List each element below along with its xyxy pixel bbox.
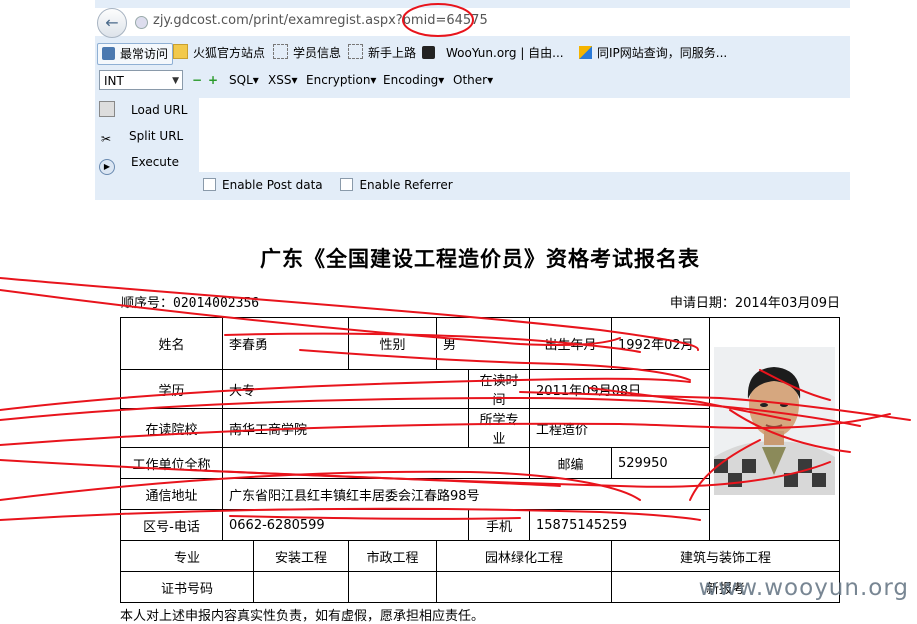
watermark: www.wooyun.org <box>698 575 909 601</box>
value-phone: 0662-6280599 <box>222 509 469 541</box>
back-arrow-icon[interactable]: ← <box>97 8 127 38</box>
label-school: 在读院校 <box>120 408 223 448</box>
value-major: 工程造价 <box>529 408 710 448</box>
label-specialty: 专业 <box>120 540 254 572</box>
menu-sql[interactable]: SQL▾ <box>229 73 259 87</box>
page-icon <box>348 44 363 59</box>
label-cert: 证书号码 <box>120 571 254 603</box>
url-textarea[interactable] <box>199 98 850 172</box>
hackbar-options: Enable Post data Enable Referrer <box>203 178 453 192</box>
value-employer <box>222 447 530 479</box>
value-birth: 1992年02月 <box>611 317 710 370</box>
menu-other[interactable]: Other▾ <box>453 73 493 87</box>
type-select[interactable]: INT ▼ <box>99 70 183 90</box>
application-date: 申请日期：2014年03月09日 <box>669 296 840 311</box>
value-school: 南华工商学院 <box>222 408 469 448</box>
label-gender: 性别 <box>348 317 437 370</box>
label-zip: 邮编 <box>529 447 612 479</box>
bookmark-firefox[interactable]: 火狐官方站点 <box>173 43 265 63</box>
specialty-landscape: 园林绿化工程 <box>436 540 612 572</box>
hackbar-actions: Load URL ✂ Split URL ▶ Execute <box>95 96 199 176</box>
referrer-checkbox[interactable]: Enable Referrer <box>340 178 453 192</box>
split-url-button[interactable]: ✂ Split URL <box>99 126 183 146</box>
decrease-icon[interactable]: − <box>192 73 202 87</box>
value-study-time: 2011年09月08日 <box>529 369 710 409</box>
url-text[interactable]: zjy.gdcost.com/print/examregist.aspx?bmi… <box>153 13 488 28</box>
bookmarks-toolbar: 最常访问 火狐官方站点 学员信息 新手上路 WooYun.org | 自由...… <box>95 40 850 66</box>
cert-cell-1 <box>253 571 349 603</box>
bookmark-student-info[interactable]: 学员信息 <box>273 43 341 63</box>
folder-icon <box>173 44 188 59</box>
applicant-photo <box>714 347 835 495</box>
globe-icon <box>135 16 148 29</box>
cert-cell-3 <box>436 571 612 603</box>
form-title: 广东《全国建设工程造价员》资格考试报名表 <box>260 246 700 271</box>
address-bar[interactable]: ← zjy.gdcost.com/print/examregist.aspx?b… <box>95 8 850 38</box>
menu-xss[interactable]: XSS▾ <box>268 73 297 87</box>
specialty-install: 安装工程 <box>253 540 349 572</box>
bookmark-getting-started[interactable]: 新手上路 <box>348 43 416 63</box>
colorful-logo-icon <box>579 46 592 59</box>
menu-encryption[interactable]: Encryption▾ <box>306 73 376 87</box>
value-address: 广东省阳江县红丰镇红丰居委会江春路98号 <box>222 478 710 510</box>
value-mobile: 15875145259 <box>529 509 710 541</box>
execute-button[interactable]: ▶ Execute <box>99 152 179 175</box>
value-name: 李春勇 <box>222 317 349 370</box>
post-data-checkbox[interactable]: Enable Post data <box>203 178 323 192</box>
label-address: 通信地址 <box>120 478 223 510</box>
cert-cell-2 <box>348 571 437 603</box>
declaration-text: 本人对上述申报内容真实性负责，如有虚假，愿承担相应责任。 <box>120 609 485 624</box>
load-icon <box>99 101 115 117</box>
value-gender: 男 <box>436 317 530 370</box>
browser-chrome: ← zjy.gdcost.com/print/examregist.aspx?b… <box>95 0 850 200</box>
chevron-down-icon: ▼ <box>172 76 179 86</box>
label-name: 姓名 <box>120 317 223 370</box>
search-icon <box>102 47 115 60</box>
label-birth: 出生年月 <box>529 317 612 370</box>
menu-encoding[interactable]: Encoding▾ <box>383 73 444 87</box>
specialty-building: 建筑与装饰工程 <box>611 540 840 572</box>
wooyun-logo-icon <box>422 46 435 59</box>
scissors-icon: ✂ <box>100 132 112 146</box>
label-mobile: 手机 <box>468 509 530 541</box>
increase-icon[interactable]: + <box>208 73 218 87</box>
label-phone: 区号-电话 <box>120 509 223 541</box>
bookmark-wooyun[interactable]: WooYun.org | 自由... <box>422 43 564 63</box>
label-major: 所学专业 <box>468 408 530 448</box>
load-url-button[interactable]: Load URL <box>99 100 187 120</box>
bookmark-same-ip[interactable]: 同IP网站查询，同服务... <box>579 43 727 63</box>
specialty-municipal: 市政工程 <box>348 540 437 572</box>
serial-number: 顺序号：02014002356 <box>121 296 260 311</box>
hackbar-toolbar: INT ▼ − + SQL▾ XSS▾ Encryption▾ Encoding▾… <box>95 68 850 94</box>
label-education: 学历 <box>120 369 223 409</box>
play-icon: ▶ <box>99 159 115 175</box>
label-employer: 工作单位全称 <box>120 447 223 479</box>
value-education: 大专 <box>222 369 469 409</box>
page-icon <box>273 44 288 59</box>
label-study-time: 在读时间 <box>468 369 530 409</box>
value-zip: 529950 <box>611 447 710 479</box>
bookmark-most-visited[interactable]: 最常访问 <box>97 43 174 65</box>
